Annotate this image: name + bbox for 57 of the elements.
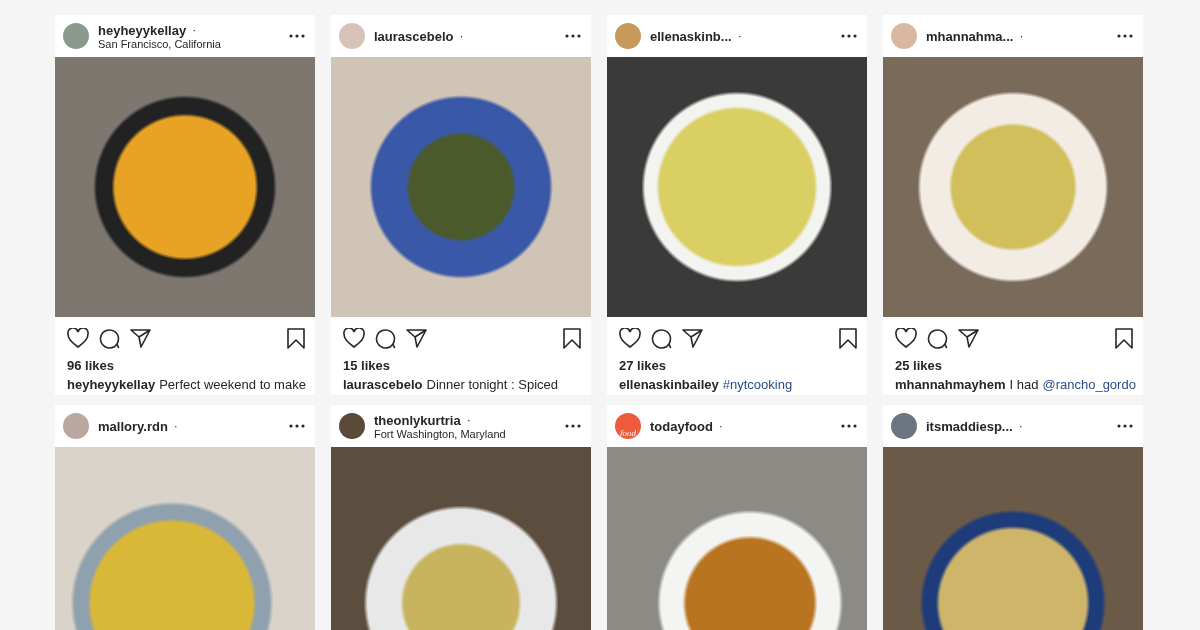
separator-dot: · xyxy=(192,23,197,37)
likes-count[interactable]: 25 likes xyxy=(883,349,1143,373)
caption-username[interactable]: laurascebelo xyxy=(343,377,423,392)
more-options-icon[interactable] xyxy=(1117,34,1133,38)
more-options-icon[interactable] xyxy=(841,34,857,38)
more-options-icon[interactable] xyxy=(289,34,305,38)
separator-dot: · xyxy=(1019,29,1024,43)
avatar[interactable] xyxy=(891,413,917,439)
caption-text: I had xyxy=(1009,377,1039,392)
more-options-icon[interactable] xyxy=(289,424,305,428)
location-link[interactable]: Fort Washington, Maryland xyxy=(374,427,556,440)
likes-count[interactable]: 15 likes xyxy=(331,349,591,373)
more-options-icon[interactable] xyxy=(565,34,581,38)
bookmark-icon[interactable] xyxy=(1115,327,1133,349)
username[interactable]: theonlykurtria xyxy=(374,412,461,428)
separator-dot: · xyxy=(466,413,471,427)
heart-icon[interactable] xyxy=(895,328,917,348)
heart-icon[interactable] xyxy=(343,328,365,348)
separator-dot: · xyxy=(737,29,742,43)
location-link[interactable]: San Francisco, California xyxy=(98,37,280,50)
comment-icon[interactable] xyxy=(99,327,120,349)
heart-icon[interactable] xyxy=(67,328,89,348)
separator-dot: · xyxy=(1018,419,1023,433)
bookmark-icon[interactable] xyxy=(839,327,857,349)
username[interactable]: laurascebelo xyxy=(374,28,454,44)
caption-text: Perfect weekend to make xyxy=(159,377,306,392)
caption-link[interactable]: #nytcooking xyxy=(722,377,793,392)
bookmark-icon[interactable] xyxy=(563,327,581,349)
username[interactable]: ellenaskinb... xyxy=(650,28,732,44)
caption-username[interactable]: heyheyykellay xyxy=(67,377,156,392)
likes-count[interactable]: 96 likes xyxy=(55,349,315,373)
share-icon[interactable] xyxy=(130,328,151,348)
more-options-icon[interactable] xyxy=(1117,424,1133,428)
username[interactable]: todayfood xyxy=(650,418,713,434)
share-icon[interactable] xyxy=(682,328,703,348)
username[interactable]: heyheyykellay xyxy=(98,22,187,38)
caption-username[interactable]: mhannahmayhem xyxy=(895,377,1006,392)
share-icon[interactable] xyxy=(958,328,979,348)
separator-dot: · xyxy=(173,419,178,433)
more-options-icon[interactable] xyxy=(841,424,857,428)
more-options-icon[interactable] xyxy=(565,424,581,428)
username[interactable]: mhannahma... xyxy=(926,28,1014,44)
comment-icon[interactable] xyxy=(375,327,396,349)
bookmark-icon[interactable] xyxy=(287,327,305,349)
comment-icon[interactable] xyxy=(927,327,948,349)
comment-icon[interactable] xyxy=(651,327,672,349)
separator-dot: · xyxy=(459,29,464,43)
caption-username[interactable]: ellenaskinbailey xyxy=(619,377,719,392)
share-icon[interactable] xyxy=(406,328,427,348)
username[interactable]: itsmaddiesp... xyxy=(926,418,1013,434)
heart-icon[interactable] xyxy=(619,328,641,348)
avatar[interactable] xyxy=(339,413,365,439)
caption-link[interactable]: @rancho_gordo xyxy=(1042,377,1136,392)
caption-text: Dinner tonight : Spiced xyxy=(426,377,559,392)
separator-dot: · xyxy=(718,419,723,433)
likes-count[interactable]: 27 likes xyxy=(607,349,867,373)
username[interactable]: mallory.rdn xyxy=(98,418,168,434)
